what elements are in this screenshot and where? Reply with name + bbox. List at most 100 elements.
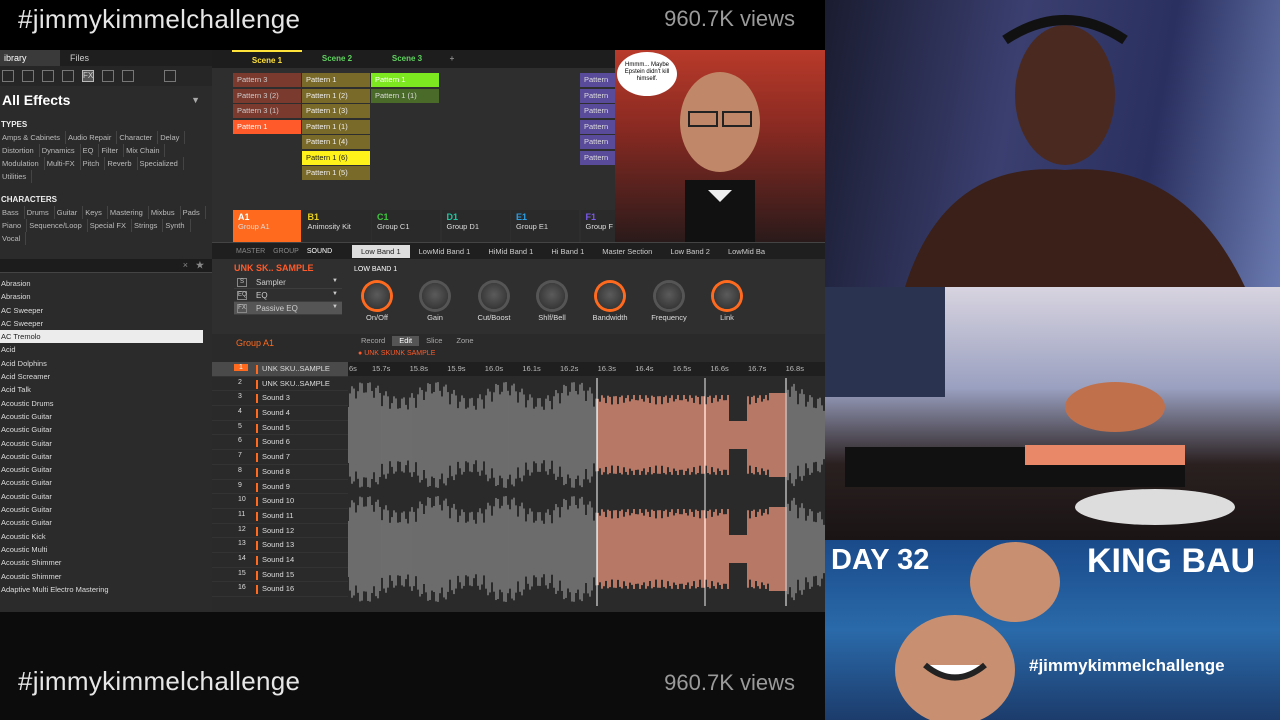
search-input[interactable]: × ★ (0, 259, 212, 273)
type-tag[interactable]: Utilities (2, 170, 33, 183)
knob-gain[interactable]: Gain (405, 283, 465, 322)
sound-slot[interactable]: 12 Sound 12 (212, 524, 348, 539)
type-tag[interactable]: Specialized (140, 157, 184, 170)
knob-dial[interactable] (481, 283, 507, 309)
character-tag[interactable]: Sequence/Loop (29, 219, 88, 232)
pattern-clip[interactable]: Pattern 1 (5) (302, 166, 370, 180)
result-item[interactable]: Acoustic Kick (0, 530, 212, 543)
result-item[interactable]: AC Sweeper (0, 304, 212, 317)
sound-slot[interactable]: 8 Sound 8 (212, 465, 348, 480)
group-slot-c1[interactable]: C1 Group C1 (372, 210, 440, 242)
result-item[interactable]: Acoustic Guitar (0, 503, 212, 516)
pattern-clip[interactable]: Pattern 1 (6) (302, 150, 370, 165)
tab-band[interactable]: HiMid Band 1 (479, 245, 542, 258)
pattern-clip[interactable]: Pattern 1 (302, 73, 370, 87)
result-item[interactable]: Acoustic Guitar (0, 410, 212, 423)
type-tag[interactable]: EQ (83, 144, 100, 157)
sample-icon[interactable] (122, 70, 134, 82)
tab-library[interactable]: ibrary (0, 50, 60, 66)
knob-frequency[interactable]: Frequency (639, 283, 699, 322)
result-item[interactable]: Acoustic Shimmer (0, 556, 212, 569)
tab-band[interactable]: LowMid Band 1 (410, 245, 480, 258)
sound-slot[interactable]: 16 Sound 16 (212, 582, 348, 597)
result-item[interactable]: Acid Dolphins (0, 357, 212, 370)
character-tag[interactable]: Bass (2, 206, 25, 219)
pattern-clip[interactable]: Pattern 3 (233, 73, 301, 87)
group-slot-a1[interactable]: A1 Group A1 (233, 210, 301, 242)
type-tag[interactable]: Filter (101, 144, 125, 157)
sound-slot[interactable]: 4 Sound 4 (212, 406, 348, 421)
tab-band[interactable]: Master Section (593, 245, 661, 258)
character-tag[interactable]: Vocal (2, 232, 27, 245)
tab-record[interactable]: Record (354, 336, 392, 346)
knob-dial[interactable] (714, 283, 740, 309)
character-tag[interactable]: Guitar (57, 206, 84, 219)
result-item[interactable]: AC Sweeper (0, 317, 212, 330)
result-item[interactable]: Acoustic Drums (0, 397, 212, 410)
tab-scene-2[interactable]: Scene 2 (302, 50, 372, 68)
piano-icon[interactable] (42, 70, 54, 82)
pattern-clip[interactable]: Pattern (580, 104, 615, 118)
tab-band[interactable]: Hi Band 1 (542, 245, 593, 258)
group-slot-d1[interactable]: D1 Group D1 (441, 210, 510, 242)
type-tag[interactable]: Dynamics (42, 144, 81, 157)
sound-slot[interactable]: 9 Sound 9 (212, 480, 348, 495)
sound-slot[interactable]: 6 Sound 6 (212, 435, 348, 451)
plugin-slot[interactable]: S Sampler ▼ (234, 276, 342, 289)
result-item[interactable]: Acoustic Multi (0, 543, 212, 556)
result-item[interactable]: Acoustic Guitar (0, 476, 212, 489)
tab-scene-1[interactable]: Scene 1 (232, 50, 302, 68)
type-tag[interactable]: Amps & Cabinets (2, 131, 66, 144)
knob-shlfbell[interactable]: Shlf/Bell (522, 283, 582, 322)
type-tag[interactable]: Audio Repair (68, 131, 118, 144)
pattern-clip[interactable]: Pattern 1 (4) (302, 135, 370, 149)
character-tag[interactable]: Piano (2, 219, 28, 232)
tab-scene-3[interactable]: Scene 3 (372, 50, 442, 68)
sound-slot[interactable]: 11 Sound 11 (212, 509, 348, 524)
clock-icon[interactable] (2, 70, 14, 82)
waveform[interactable] (348, 378, 825, 606)
sound-slot[interactable]: 10 Sound 10 (212, 494, 348, 509)
pattern-clip[interactable]: Pattern (580, 135, 615, 149)
type-tag[interactable]: Modulation (2, 157, 45, 170)
grid-icon[interactable] (22, 70, 34, 82)
sound-slot[interactable]: 1 UNK SKU..SAMPLE (212, 362, 348, 377)
character-tag[interactable]: Mixbus (151, 206, 181, 219)
knob-dial[interactable] (597, 283, 623, 309)
knob-link[interactable]: Link (697, 283, 757, 322)
time-ruler[interactable]: 6s 15.7s 15.8s 15.9s 16.0s 16.1s 16.2s 16.3s 16.… (348, 362, 825, 376)
tab-band[interactable]: Low Band 1 (352, 245, 410, 258)
tab-files[interactable]: Files (60, 50, 93, 66)
pattern-clip[interactable]: Pattern 1 (2) (302, 88, 370, 103)
pattern-clip[interactable]: Pattern (580, 73, 615, 87)
pattern-clip[interactable]: Pattern 1 (3) (302, 104, 370, 118)
character-tag[interactable]: Drums (27, 206, 55, 219)
pattern-clip[interactable]: Pattern 3 (2) (233, 88, 301, 103)
character-tag[interactable]: Mastering (110, 206, 149, 219)
knob-bandwidth[interactable]: Bandwidth (580, 283, 640, 322)
knob-dial[interactable] (539, 283, 565, 309)
character-tag[interactable]: Synth (165, 219, 191, 232)
result-item[interactable]: Acoustic Guitar (0, 516, 212, 529)
knob-dial[interactable] (422, 283, 448, 309)
knob-cutboost[interactable]: Cut/Boost (464, 283, 524, 322)
sound-slot[interactable]: 3 Sound 3 (212, 391, 348, 407)
pattern-clip[interactable]: Pattern 1 (371, 73, 439, 87)
type-tag[interactable]: Delay (160, 131, 186, 144)
type-tag[interactable]: Pitch (83, 157, 106, 170)
sound-slot[interactable]: 13 Sound 13 (212, 538, 348, 553)
fx-filter-icon[interactable]: FX (82, 70, 94, 82)
sound-slot[interactable]: 14 Sound 14 (212, 553, 348, 568)
pattern-clip[interactable]: Pattern 1 (1) (371, 88, 439, 103)
plugin-slot[interactable]: EQ EQ ▼ (234, 289, 342, 302)
tab-edit[interactable]: Edit (392, 336, 420, 346)
result-item[interactable]: Abrasion (0, 290, 212, 303)
knob-onoff[interactable]: On/Off (347, 283, 407, 322)
mode-group[interactable]: GROUP (269, 248, 303, 255)
mode-master[interactable]: MASTER (232, 248, 269, 255)
result-item[interactable]: Acoustic Guitar (0, 490, 212, 503)
group-slot-b1[interactable]: B1 Animosity Kit (302, 210, 371, 242)
tab-band[interactable]: LowMid Ba (719, 245, 774, 258)
result-item[interactable]: Abrasion (0, 277, 212, 290)
sound-slot[interactable]: 15 Sound 15 (212, 568, 348, 583)
